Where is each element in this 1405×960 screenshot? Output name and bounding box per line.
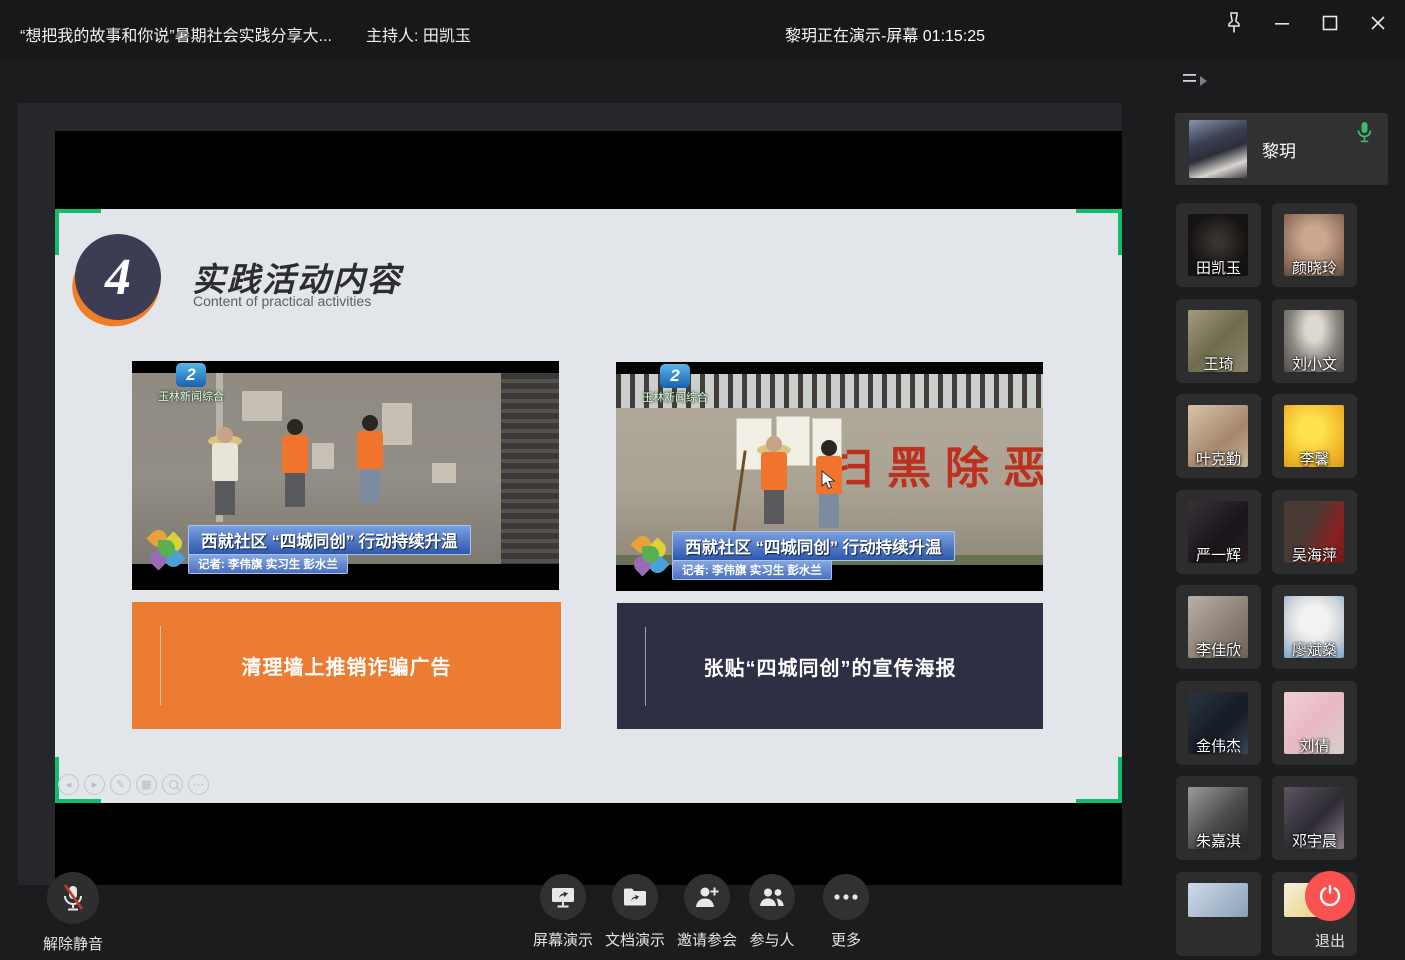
tv-station-logo: 2 玉林新闻综合 bbox=[642, 364, 708, 405]
participants-sidebar: 黎玥 田凯玉 颜晓玲 王琦 刘小文 叶克勤 李馨 严一辉 吴海萍 李佳欣 廖斌燊… bbox=[1175, 62, 1405, 960]
participant-tile[interactable]: 颜晓玲 bbox=[1272, 203, 1357, 287]
capture-corner-bottom-right bbox=[1076, 757, 1122, 803]
mic-on-icon bbox=[1357, 121, 1372, 148]
participant-name: 叶克勤 bbox=[1176, 448, 1261, 469]
tv-channel-icon: 2 bbox=[660, 364, 690, 388]
prev-slide-icon[interactable]: ◂ bbox=[58, 774, 79, 795]
unmute-button[interactable]: 解除静音 bbox=[43, 872, 103, 954]
news-caption: 西就社区 “四城同创” 行动持续升温 记者: 李伟旗 实习生 彭水兰 bbox=[146, 525, 471, 574]
label-text: 张贴“四城同创”的宣传海报 bbox=[704, 652, 957, 681]
wall-slogan-text: 扫黑除恶 bbox=[829, 432, 1043, 496]
participant-name: 刘小文 bbox=[1272, 353, 1357, 374]
active-speaker-avatar bbox=[1189, 120, 1247, 178]
participants-button[interactable]: 参与人 bbox=[749, 874, 795, 950]
more-icon bbox=[832, 893, 860, 901]
meeting-title: “想把我的故事和你说”暑期社会实践分享大... bbox=[20, 28, 332, 45]
caption-reporters: 记者: 李伟旗 实习生 彭水兰 bbox=[188, 554, 348, 574]
exit-button[interactable]: 退出 bbox=[1305, 871, 1355, 951]
participant-tile[interactable]: 邓宇晨 bbox=[1272, 776, 1357, 860]
participant-tile[interactable]: 朱嘉淇 bbox=[1176, 776, 1261, 860]
presentation-slide: 4 实践活动内容 Content of practical activities… bbox=[55, 209, 1122, 803]
doc-share-button[interactable]: 文档演示 bbox=[605, 874, 665, 950]
news-video-right: 2 玉林新闻综合 扫黑除恶 bbox=[616, 362, 1043, 591]
person-add-icon bbox=[693, 885, 721, 909]
participant-tile[interactable]: 田凯玉 bbox=[1176, 203, 1261, 287]
mouse-cursor bbox=[821, 470, 836, 491]
shared-screen-viewport: 4 实践活动内容 Content of practical activities… bbox=[18, 103, 1122, 885]
minimize-button[interactable] bbox=[1267, 8, 1297, 38]
participant-name: 严一辉 bbox=[1176, 544, 1261, 565]
slide-number-badge: 4 bbox=[72, 234, 164, 326]
participant-name: 王琦 bbox=[1176, 353, 1261, 374]
participant-tile[interactable]: 吴海萍 bbox=[1272, 490, 1357, 574]
participant-name: 朱嘉淇 bbox=[1176, 830, 1261, 851]
news-video-left: 2 玉林新闻综合 bbox=[132, 361, 559, 590]
more-tools-icon[interactable]: ⋯ bbox=[188, 774, 209, 795]
participant-name: 邓宇晨 bbox=[1272, 830, 1357, 851]
meeting-window: “想把我的故事和你说”暑期社会实践分享大... 主持人: 田凯玉 黎玥正在演示-屏… bbox=[0, 0, 1405, 960]
caption-headline: 西就社区 “四城同创” 行动持续升温 bbox=[188, 525, 471, 555]
power-icon bbox=[1317, 883, 1343, 909]
screen-share-icon bbox=[550, 885, 576, 909]
participant-tile[interactable]: 王琦 bbox=[1176, 299, 1261, 383]
screen-share-button[interactable]: 屏幕演示 bbox=[533, 874, 593, 950]
presenting-status: 黎玥正在演示-屏幕 01:15:25 bbox=[785, 22, 985, 46]
mic-muted-icon bbox=[60, 883, 86, 913]
participant-name: 颜晓玲 bbox=[1272, 257, 1357, 278]
pen-icon[interactable]: ✎ bbox=[110, 774, 131, 795]
active-speaker-name: 黎玥 bbox=[1262, 137, 1296, 162]
label-box-navy: 张贴“四城同创”的宣传海报 bbox=[617, 603, 1043, 729]
participant-tile[interactable]: 刘小文 bbox=[1272, 299, 1357, 383]
next-slide-icon[interactable]: ▸ bbox=[84, 774, 105, 795]
title-bar: “想把我的故事和你说”暑期社会实践分享大... 主持人: 田凯玉 黎玥正在演示-屏… bbox=[0, 0, 1405, 62]
close-button[interactable] bbox=[1363, 8, 1393, 38]
label-box-orange: 清理墙上推销诈骗广告 bbox=[132, 602, 561, 729]
more-button[interactable]: 更多 bbox=[823, 874, 869, 950]
participants-icon bbox=[757, 886, 787, 908]
doc-share-icon bbox=[622, 886, 648, 908]
participant-name: 金伟杰 bbox=[1176, 735, 1261, 756]
capture-corner-top-right bbox=[1076, 209, 1122, 255]
shared-screen: 4 实践活动内容 Content of practical activities… bbox=[55, 131, 1122, 885]
news-logo-icon bbox=[630, 534, 670, 578]
participant-name: 李佳欣 bbox=[1176, 639, 1261, 660]
collapse-panel-icon[interactable] bbox=[1183, 72, 1209, 92]
tv-channel-icon: 2 bbox=[176, 363, 206, 387]
invite-button[interactable]: 邀请参会 bbox=[677, 874, 737, 950]
label-text: 清理墙上推销诈骗广告 bbox=[242, 651, 452, 680]
participant-tile[interactable]: 金伟杰 bbox=[1176, 681, 1261, 765]
pin-icon[interactable] bbox=[1219, 8, 1249, 38]
tv-station-logo: 2 玉林新闻综合 bbox=[158, 363, 224, 404]
participant-name: 吴海萍 bbox=[1272, 544, 1357, 565]
slide-grid-icon[interactable]: ▦ bbox=[136, 774, 157, 795]
meeting-title-area: “想把我的故事和你说”暑期社会实践分享大... 主持人: 田凯玉 bbox=[20, 22, 471, 46]
participant-tile[interactable]: 刘倩 bbox=[1272, 681, 1357, 765]
participants-grid: 田凯玉 颜晓玲 王琦 刘小文 叶克勤 李馨 严一辉 吴海萍 李佳欣 廖斌燊 金伟… bbox=[1176, 203, 1357, 956]
participant-name: 田凯玉 bbox=[1176, 257, 1261, 278]
active-speaker-card[interactable]: 黎玥 bbox=[1175, 113, 1388, 185]
participant-tile[interactable]: 李佳欣 bbox=[1176, 585, 1261, 669]
bottom-toolbar: 解除静音 屏幕演示 文档演示 bbox=[0, 860, 1405, 960]
participant-tile[interactable]: 廖斌燊 bbox=[1272, 585, 1357, 669]
zoom-icon[interactable] bbox=[162, 774, 183, 795]
participant-name: 廖斌燊 bbox=[1272, 639, 1357, 660]
participant-tile[interactable]: 叶克勤 bbox=[1176, 394, 1261, 478]
participant-name: 李馨 bbox=[1272, 448, 1357, 469]
news-caption: 西就社区 “四城同创” 行动持续升温 记者: 李伟旗 实习生 彭水兰 bbox=[630, 531, 955, 580]
slide-number: 4 bbox=[105, 248, 131, 307]
slide-subtitle: Content of practical activities bbox=[193, 293, 371, 309]
caption-headline: 西就社区 “四城同创” 行动持续升温 bbox=[672, 531, 955, 561]
participant-tile[interactable]: 严一辉 bbox=[1176, 490, 1261, 574]
presenter-mini-toolbar: ◂ ▸ ✎ ▦ ⋯ bbox=[58, 774, 209, 795]
host-label: 主持人: 田凯玉 bbox=[366, 28, 471, 45]
news-logo-icon bbox=[146, 528, 186, 572]
participant-tile[interactable]: 李馨 bbox=[1272, 394, 1357, 478]
participant-name: 刘倩 bbox=[1272, 735, 1357, 756]
maximize-button[interactable] bbox=[1315, 8, 1345, 38]
caption-reporters: 记者: 李伟旗 实习生 彭水兰 bbox=[672, 560, 832, 580]
